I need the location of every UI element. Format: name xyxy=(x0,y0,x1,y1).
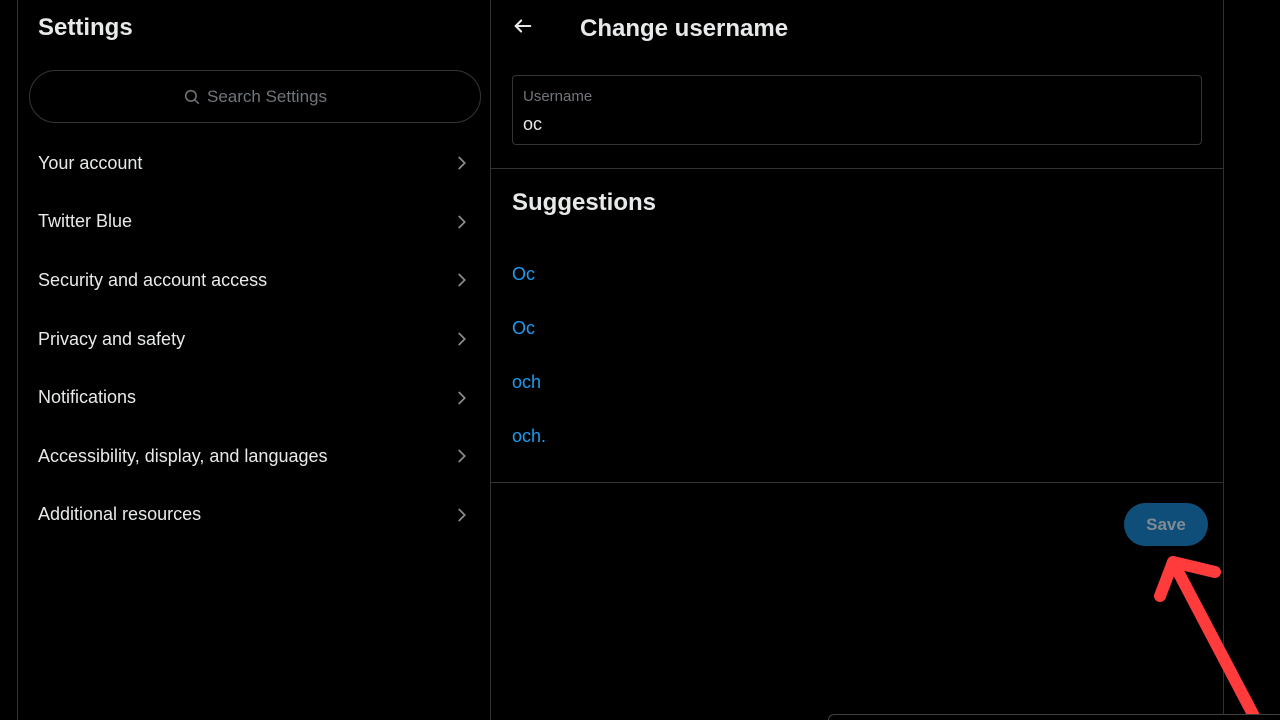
settings-title: Settings xyxy=(38,14,133,41)
settings-item-notifications[interactable]: Notifications xyxy=(18,368,490,427)
search-icon xyxy=(183,88,201,106)
settings-panel: Settings Search Settings Your account Tw… xyxy=(17,0,491,720)
search-settings-input[interactable]: Search Settings xyxy=(29,70,481,123)
settings-item-label: Your account xyxy=(38,152,143,173)
divider xyxy=(491,482,1223,483)
divider xyxy=(491,168,1223,169)
detail-header: Change username xyxy=(491,0,1223,58)
chevron-right-icon xyxy=(452,213,470,231)
settings-item-security[interactable]: Security and account access xyxy=(18,251,490,310)
settings-item-privacy[interactable]: Privacy and safety xyxy=(18,310,490,369)
chevron-right-icon xyxy=(452,154,470,172)
settings-item-label: Privacy and safety xyxy=(38,328,186,349)
settings-item-label: Additional resources xyxy=(38,504,202,525)
chevron-right-icon xyxy=(452,506,470,524)
settings-item-your-account[interactable]: Your account xyxy=(18,134,490,193)
save-button[interactable]: Save xyxy=(1124,503,1208,546)
settings-item-accessibility[interactable]: Accessibility, display, and languages xyxy=(18,427,490,486)
back-button[interactable] xyxy=(511,16,535,40)
chevron-right-icon xyxy=(452,330,470,348)
username-input[interactable] xyxy=(523,114,1183,135)
username-field[interactable]: Username xyxy=(512,75,1202,145)
suggestion-item[interactable]: Oc xyxy=(512,262,535,286)
chevron-right-icon xyxy=(452,389,470,407)
suggestions-title: Suggestions xyxy=(512,189,657,216)
suggestion-item[interactable]: och xyxy=(512,370,541,394)
messages-drawer-edge[interactable] xyxy=(828,714,1280,720)
suggestion-item[interactable]: och. xyxy=(512,424,546,448)
app-window: Settings Search Settings Your account Tw… xyxy=(0,0,1280,720)
settings-item-twitter-blue[interactable]: Twitter Blue xyxy=(18,193,490,252)
settings-item-label: Twitter Blue xyxy=(38,211,133,232)
settings-item-label: Accessibility, display, and languages xyxy=(38,445,328,466)
settings-item-label: Notifications xyxy=(38,387,137,408)
chevron-right-icon xyxy=(452,271,470,289)
settings-item-additional-resources[interactable]: Additional resources xyxy=(18,486,490,545)
arrow-left-icon xyxy=(512,15,534,42)
chevron-right-icon xyxy=(452,447,470,465)
username-label: Username xyxy=(523,88,593,105)
change-username-panel: Change username Username Suggestions Oc … xyxy=(491,0,1224,720)
suggestion-item[interactable]: Oc xyxy=(512,316,535,340)
search-placeholder: Search Settings xyxy=(206,86,327,106)
page-title: Change username xyxy=(580,15,789,42)
settings-menu: Your account Twitter Blue Security and a… xyxy=(18,134,490,544)
settings-item-label: Security and account access xyxy=(38,269,268,290)
